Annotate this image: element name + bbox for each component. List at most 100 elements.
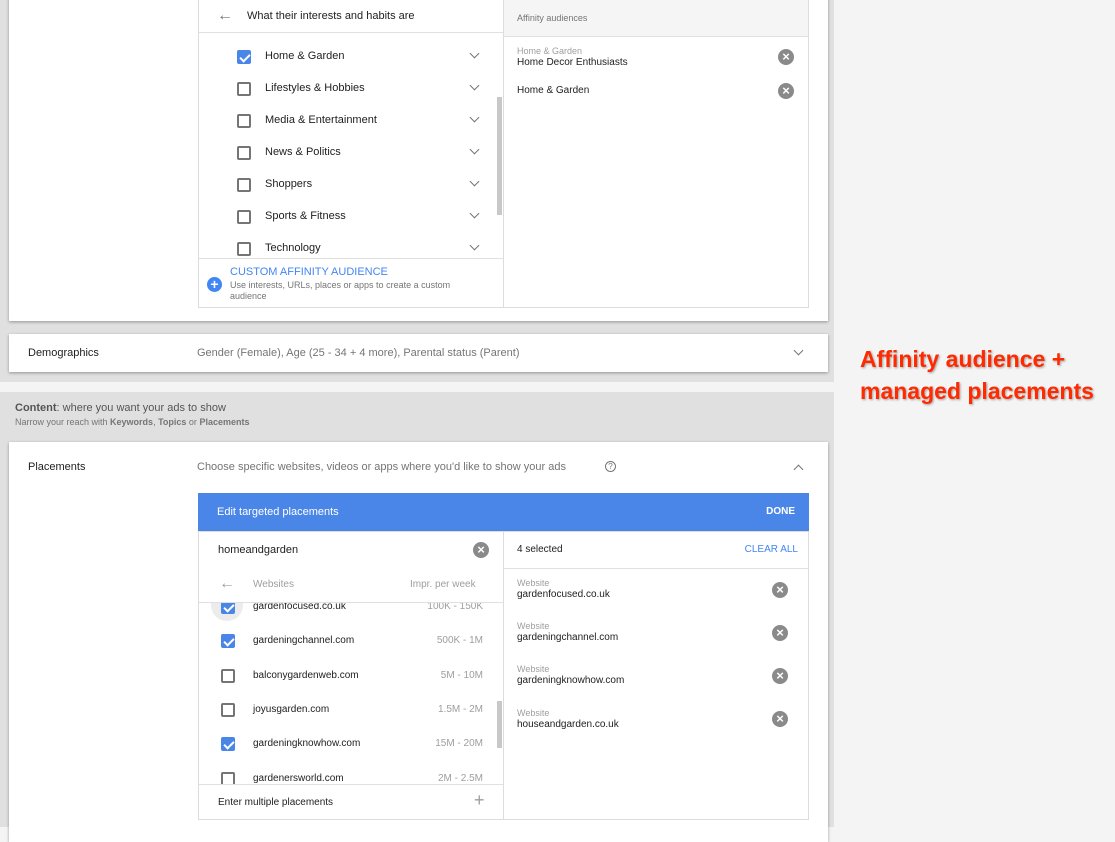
category-item[interactable]: Home & Garden [199, 41, 495, 73]
checkbox[interactable] [221, 669, 235, 683]
category-item[interactable]: Lifestyles & Hobbies [199, 73, 495, 105]
subtitle-text: Narrow your reach with [15, 417, 111, 427]
chevron-down-icon[interactable] [469, 176, 480, 187]
category-item[interactable]: Sports & Fitness [199, 201, 495, 233]
site-label: gardeningchannel.com [253, 635, 355, 646]
chevron-down-icon[interactable] [469, 240, 480, 251]
content-subtitle: Narrow your reach with Keywords, Topics … [15, 417, 249, 427]
clear-all-button[interactable]: CLEAR ALL [745, 544, 798, 555]
chevron-down-icon[interactable] [469, 80, 480, 91]
remove-icon[interactable]: × [778, 49, 794, 65]
content-title-rest: : where you want your ads to show [56, 402, 226, 414]
remove-icon[interactable]: × [772, 668, 788, 684]
impr-value: 1.5M - 2M [437, 704, 483, 715]
demographics-label: Demographics [28, 347, 99, 359]
scrollbar[interactable] [497, 97, 502, 215]
checkbox[interactable] [237, 146, 251, 160]
placement-search-input[interactable]: homeandgarden [218, 544, 298, 556]
selected-placement: gardeningknowhow.com [517, 675, 625, 686]
result-item[interactable]: gardeningknowhow.com 15M - 20M [199, 728, 495, 760]
back-arrow-icon[interactable]: ← [219, 575, 235, 593]
site-label: joyusgarden.com [253, 704, 330, 715]
checkbox[interactable] [221, 737, 235, 751]
selected-audience-label: Home Decor Enthusiasts [517, 57, 628, 68]
annotation-line: managed placements [860, 378, 1094, 404]
selected-audience-label: Home & Garden [517, 85, 590, 96]
enter-multiple-placements[interactable]: Enter multiple placements [218, 797, 333, 808]
category-item[interactable]: News & Politics [199, 137, 495, 169]
checkbox[interactable] [237, 50, 251, 64]
back-arrow-icon[interactable]: ← [217, 7, 233, 25]
chevron-down-icon[interactable] [469, 208, 480, 219]
placement-type: Website [517, 664, 550, 674]
checkbox[interactable] [237, 82, 251, 96]
checkbox[interactable] [237, 210, 251, 224]
divider [199, 258, 503, 259]
category-label: News & Politics [265, 146, 341, 158]
checkbox[interactable] [237, 114, 251, 128]
remove-icon[interactable]: × [778, 83, 794, 99]
placement-type: Website [517, 578, 550, 588]
result-item[interactable]: gardeningchannel.com 500K - 1M [199, 625, 495, 657]
chevron-down-icon[interactable] [469, 144, 480, 155]
result-item[interactable]: joyusgarden.com 1.5M - 2M [199, 694, 495, 726]
selected-placement: gardenfocused.co.uk [517, 589, 610, 600]
selected-audiences-panel: Affinity audiences Home & Garden Home De… [503, 0, 809, 308]
results-list: gardenfocused.co.uk 100K - 150K gardening… [199, 603, 495, 784]
placements-link[interactable]: Placements [199, 417, 249, 427]
placement-type: Website [517, 621, 550, 631]
scrollbar[interactable] [497, 701, 502, 748]
selected-placement: gardeningchannel.com [517, 632, 619, 643]
result-item[interactable]: gardenersworld.com 2M - 2.5M [199, 763, 495, 784]
checkbox[interactable] [221, 634, 235, 648]
selected-header-label: Affinity audiences [517, 13, 588, 23]
remove-icon[interactable]: × [772, 582, 788, 598]
site-label: gardenfocused.co.uk [253, 603, 346, 612]
clear-search-icon[interactable]: × [473, 542, 489, 558]
category-item[interactable]: Technology [199, 233, 495, 257]
category-item[interactable]: Shoppers [199, 169, 495, 201]
selected-placements-panel: 4 selected CLEAR ALL Website gardenfocus… [503, 531, 809, 820]
impr-value: 2M - 2.5M [437, 773, 483, 784]
category-label: Media & Entertainment [265, 114, 377, 126]
interest-browse-panel: ← What their interests and habits are Ho… [198, 0, 504, 308]
remove-icon[interactable]: × [772, 625, 788, 641]
checkbox[interactable] [221, 772, 235, 784]
divider [199, 32, 503, 33]
impr-value: 500K - 1M [436, 635, 483, 646]
custom-affinity-audience-link[interactable]: CUSTOM AFFINITY AUDIENCE [230, 266, 388, 278]
category-label: Lifestyles & Hobbies [265, 82, 365, 94]
divider [199, 784, 503, 785]
category-label: Technology [265, 242, 321, 254]
demographics-summary: Gender (Female), Age (25 - 34 + 4 more),… [197, 347, 520, 359]
category-item[interactable]: Media & Entertainment [199, 105, 495, 137]
demographics-row[interactable]: Demographics Gender (Female), Age (25 - … [9, 334, 828, 372]
site-label: gardenersworld.com [253, 773, 344, 784]
placement-type: Website [517, 708, 550, 718]
keywords-link[interactable]: Keywords [110, 417, 153, 427]
placements-label: Placements [28, 461, 86, 473]
remove-icon[interactable]: × [772, 711, 788, 727]
result-item[interactable]: balconygardenweb.com 5M - 10M [199, 660, 495, 692]
impr-value: 5M - 10M [440, 670, 483, 681]
checkbox[interactable] [221, 603, 235, 614]
add-icon[interactable]: + [474, 790, 485, 811]
selected-count: 4 selected [517, 544, 563, 555]
checkbox[interactable] [237, 242, 251, 256]
annotation-line: Affinity audience + [860, 346, 1066, 372]
site-label: gardeningknowhow.com [253, 738, 361, 749]
add-circle-icon[interactable]: + [207, 277, 222, 292]
chevron-down-icon[interactable] [793, 345, 804, 356]
chevron-down-icon[interactable] [469, 112, 480, 123]
help-icon[interactable]: ? [605, 461, 616, 472]
selected-parent: Home & Garden [517, 46, 583, 56]
chevron-down-icon[interactable] [469, 48, 480, 59]
checkbox[interactable] [221, 703, 235, 717]
websites-header: Websites [253, 579, 294, 590]
chevron-up-icon[interactable] [793, 464, 804, 475]
result-item[interactable]: gardenfocused.co.uk 100K - 150K [199, 603, 495, 623]
checkbox[interactable] [237, 178, 251, 192]
category-label: Shoppers [265, 178, 313, 190]
topics-link[interactable]: Topics [158, 417, 186, 427]
done-button[interactable]: DONE [766, 506, 795, 517]
